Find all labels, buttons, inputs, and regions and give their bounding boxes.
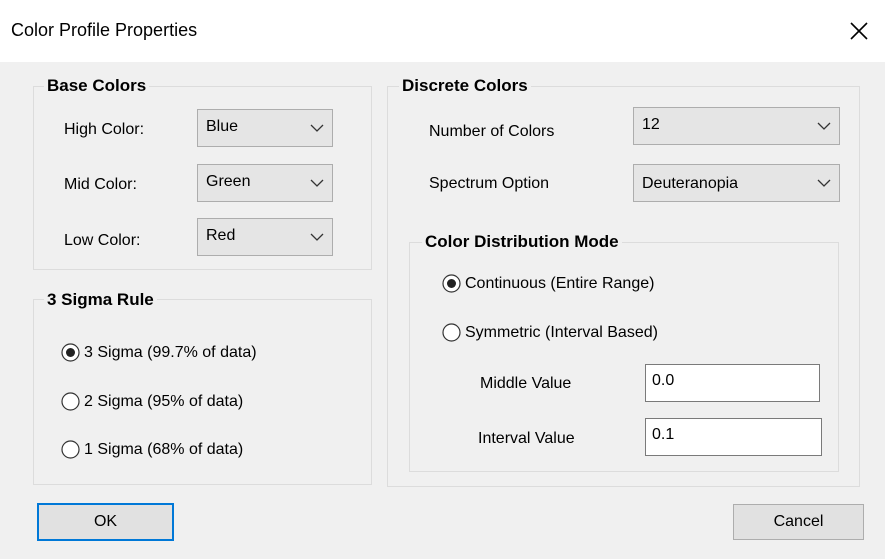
dialog-title: Color Profile Properties — [11, 20, 198, 40]
high-color-select[interactable]: Blue — [197, 109, 333, 147]
number-of-colors-select[interactable]: 12 — [633, 107, 840, 145]
sigma-3-radio[interactable]: 3 Sigma (99.7% of data) — [61, 343, 257, 362]
radio-selected-icon — [61, 343, 80, 362]
middle-value-label: Middle Value — [480, 375, 572, 392]
spectrum-option-label: Spectrum Option — [429, 175, 550, 192]
chevron-down-icon — [310, 233, 324, 241]
mid-color-select[interactable]: Green — [197, 164, 333, 202]
interval-value-input[interactable]: 0.1 — [645, 418, 822, 456]
symmetric-label: Symmetric (Interval Based) — [465, 323, 658, 341]
low-color-value: Red — [206, 227, 236, 244]
cancel-button[interactable]: Cancel — [733, 504, 864, 540]
sigma-1-label: 1 Sigma (68% of data) — [84, 440, 244, 458]
sigma-1-radio[interactable]: 1 Sigma (68% of data) — [61, 440, 243, 459]
sigma-rule-title: 3 Sigma Rule — [44, 290, 157, 310]
low-color-label: Low Color: — [64, 232, 141, 249]
spectrum-option-value: Deuteranopia — [642, 175, 739, 192]
symmetric-radio[interactable]: Symmetric (Interval Based) — [442, 323, 658, 342]
discrete-colors-title: Discrete Colors — [399, 76, 531, 96]
title-bar: Color Profile Properties — [0, 0, 885, 62]
chevron-down-icon — [310, 124, 324, 132]
high-color-value: Blue — [206, 118, 239, 135]
chevron-down-icon — [310, 179, 324, 187]
interval-value-text: 0.1 — [652, 426, 675, 443]
middle-value-text: 0.0 — [652, 372, 675, 389]
interval-value-label: Interval Value — [478, 430, 575, 447]
mid-color-value: Green — [206, 173, 251, 190]
sigma-3-label: 3 Sigma (99.7% of data) — [84, 343, 257, 361]
chevron-down-icon — [817, 122, 831, 130]
low-color-select[interactable]: Red — [197, 218, 333, 256]
distribution-mode-title: Color Distribution Mode — [422, 232, 622, 252]
continuous-radio[interactable]: Continuous (Entire Range) — [442, 274, 654, 293]
radio-unselected-icon — [442, 323, 461, 342]
chevron-down-icon — [817, 179, 831, 187]
number-of-colors-value: 12 — [642, 116, 660, 133]
ok-button[interactable]: OK — [37, 503, 174, 541]
continuous-label: Continuous (Entire Range) — [465, 274, 655, 292]
sigma-2-label: 2 Sigma (95% of data) — [84, 392, 244, 410]
middle-value-input[interactable]: 0.0 — [645, 364, 820, 402]
sigma-2-radio[interactable]: 2 Sigma (95% of data) — [61, 392, 243, 411]
number-of-colors-label: Number of Colors — [429, 123, 555, 140]
base-colors-title: Base Colors — [44, 76, 150, 96]
radio-selected-icon — [442, 274, 461, 293]
close-icon — [850, 22, 868, 40]
mid-color-label: Mid Color: — [64, 176, 137, 193]
close-button[interactable] — [843, 14, 875, 48]
radio-unselected-icon — [61, 440, 80, 459]
radio-unselected-icon — [61, 392, 80, 411]
high-color-label: High Color: — [64, 121, 145, 138]
spectrum-option-select[interactable]: Deuteranopia — [633, 164, 840, 202]
